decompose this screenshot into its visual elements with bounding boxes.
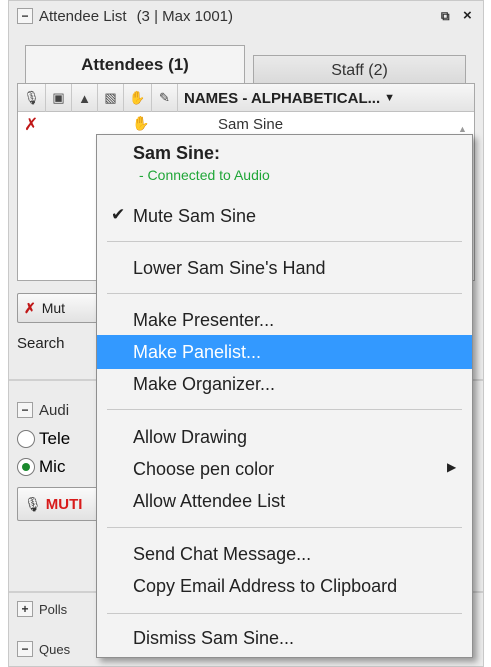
mic-icon: 🎙 bbox=[24, 495, 42, 512]
sort-dropdown-icon[interactable]: ▼ bbox=[384, 92, 395, 104]
audio-column-icon[interactable]: 🎙 bbox=[18, 84, 46, 112]
audio-status: - Connected to Audio bbox=[139, 167, 270, 183]
menu-item-label: Copy Email Address to Clipboard bbox=[133, 575, 398, 596]
menu-item-label: Make Organizer... bbox=[133, 373, 276, 394]
mute-icon: ✗ bbox=[24, 299, 36, 316]
context-menu: Sam Sine: - Connected to Audio ✔ Mute Sa… bbox=[96, 134, 473, 658]
menu-item-send-chat[interactable]: Send Chat Message... bbox=[97, 537, 472, 571]
menu-item-make-organizer[interactable]: Make Organizer... bbox=[97, 367, 472, 401]
menu-item-label: Allow Attendee List bbox=[133, 490, 286, 511]
menu-item-copy-email[interactable]: Copy Email Address to Clipboard bbox=[97, 569, 472, 603]
polls-label: Polls bbox=[39, 601, 68, 617]
menu-item-allow-drawing[interactable]: Allow Drawing bbox=[97, 420, 472, 454]
questions-label: Ques bbox=[39, 641, 71, 657]
expand-icon[interactable]: + bbox=[17, 601, 33, 617]
raised-hand-icon: ✋ bbox=[132, 115, 150, 131]
menu-item-label: Make Panelist... bbox=[133, 341, 262, 362]
menu-separator bbox=[107, 409, 462, 410]
tab-staff[interactable]: Staff (2) bbox=[253, 55, 466, 85]
tab-attendees[interactable]: Attendees (1) bbox=[25, 45, 245, 83]
menu-item-allow-attendee-list[interactable]: Allow Attendee List bbox=[97, 484, 472, 518]
names-column-header[interactable]: NAMES - ALPHABETICAL... ▼ bbox=[178, 84, 474, 112]
menu-item-label: Mute Sam Sine bbox=[133, 205, 257, 226]
menu-item-label: Dismiss Sam Sine... bbox=[133, 627, 295, 648]
collapse-icon[interactable]: − bbox=[17, 8, 33, 24]
hand-column-icon[interactable]: ✋ bbox=[124, 84, 152, 112]
menu-header-name: Sam Sine: bbox=[133, 143, 221, 163]
checkmark-icon: ✔ bbox=[111, 205, 126, 224]
menu-item-dismiss[interactable]: Dismiss Sam Sine... bbox=[97, 621, 472, 655]
muted-mic-icon[interactable]: ✗ bbox=[24, 115, 38, 135]
attendee-count: (3 | Max 1001) bbox=[136, 7, 234, 25]
menu-item-choose-pen-color[interactable]: Choose pen color ▶ bbox=[97, 452, 472, 486]
menu-separator bbox=[107, 527, 462, 528]
menu-separator bbox=[107, 293, 462, 294]
names-header-label: NAMES - ALPHABETICAL... bbox=[184, 89, 381, 107]
mute-button-label: Mut bbox=[41, 300, 66, 316]
attendee-name: Sam Sine bbox=[218, 116, 284, 133]
close-icon[interactable]: × bbox=[463, 7, 477, 24]
submenu-arrow-icon: ▶ bbox=[447, 460, 457, 474]
status-column-icon[interactable]: ▧ bbox=[98, 84, 124, 112]
popout-icon[interactable]: ⧉ bbox=[441, 9, 455, 23]
menu-item-label: Lower Sam Sine's Hand bbox=[133, 257, 326, 278]
questions-section-header[interactable]: − Ques bbox=[9, 637, 109, 661]
radio-button[interactable] bbox=[17, 430, 35, 448]
audio-section-header[interactable]: − Audi bbox=[9, 397, 109, 423]
menu-item-label: Send Chat Message... bbox=[133, 543, 312, 564]
warning-column-icon[interactable]: ▲ bbox=[72, 84, 98, 112]
telephone-label: Tele bbox=[39, 429, 71, 448]
menu-item-lower-hand[interactable]: Lower Sam Sine's Hand bbox=[97, 251, 472, 285]
collapse-icon[interactable]: − bbox=[17, 402, 33, 418]
video-column-icon[interactable]: ▣ bbox=[46, 84, 72, 112]
mic-option[interactable]: Mic bbox=[17, 455, 107, 479]
menu-item-make-presenter[interactable]: Make Presenter... bbox=[97, 303, 472, 337]
menu-item-mute[interactable]: ✔ Mute Sam Sine bbox=[97, 199, 472, 233]
menu-item-label: Make Presenter... bbox=[133, 309, 275, 330]
radio-button-selected[interactable] bbox=[17, 458, 35, 476]
collapse-icon[interactable]: − bbox=[17, 641, 33, 657]
menu-separator bbox=[107, 241, 462, 242]
panel-title: Attendee List bbox=[39, 7, 127, 25]
telephone-option[interactable]: Tele bbox=[17, 427, 107, 451]
panel-titlebar: − Attendee List (3 | Max 1001) bbox=[9, 1, 483, 31]
polls-section-header[interactable]: + Polls bbox=[9, 597, 109, 621]
mic-label: Mic bbox=[39, 457, 66, 476]
menu-item-make-panelist[interactable]: Make Panelist... bbox=[97, 335, 472, 369]
audio-section-label: Audi bbox=[39, 401, 70, 419]
menu-item-label: Choose pen color bbox=[133, 458, 275, 479]
menu-item-label: Allow Drawing bbox=[133, 426, 248, 447]
pen-column-icon[interactable]: ✎ bbox=[152, 84, 178, 112]
search-label[interactable]: Search bbox=[17, 331, 97, 357]
menu-separator bbox=[107, 613, 462, 614]
muted-label: MUTI bbox=[45, 495, 83, 513]
